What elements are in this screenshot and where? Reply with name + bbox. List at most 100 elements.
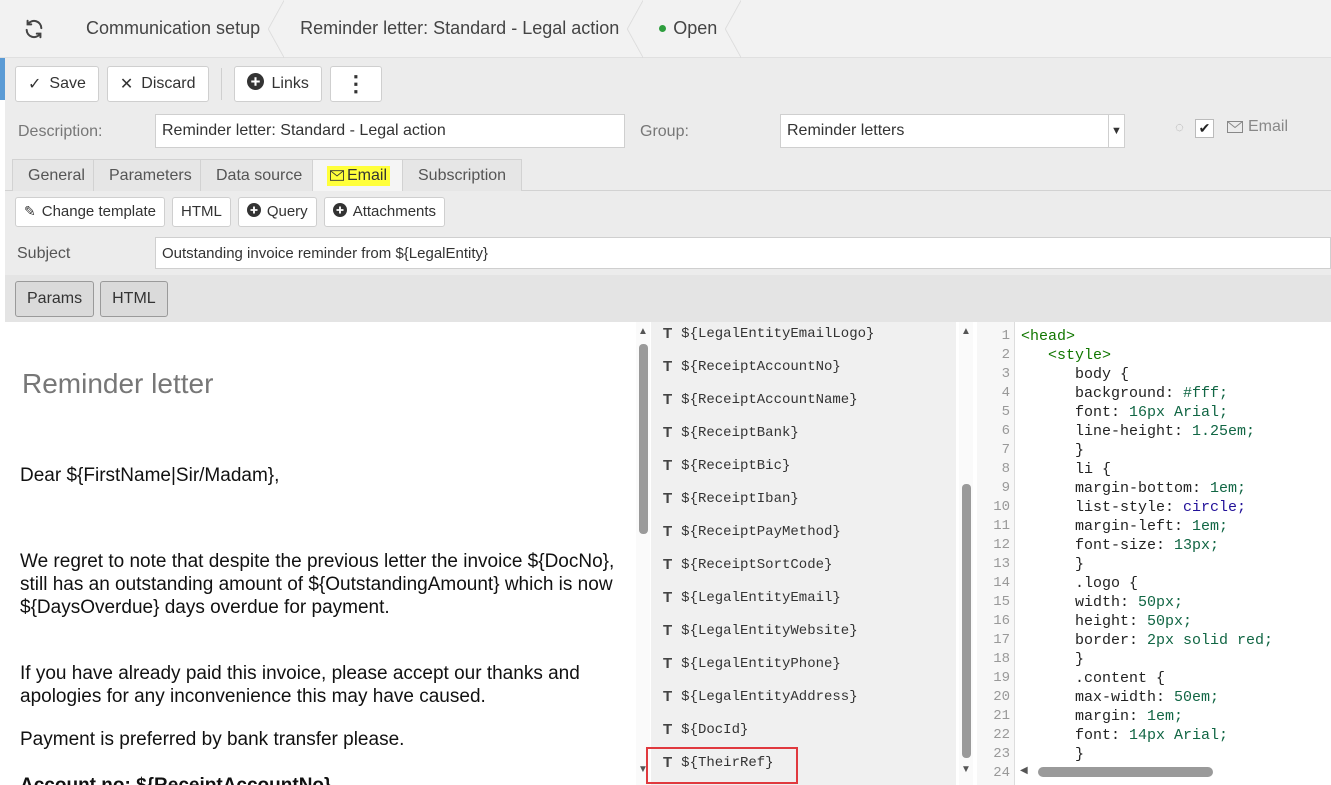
tab-data-source[interactable]: Data source — [200, 159, 319, 191]
code-property: width: — [1075, 594, 1139, 611]
line-number: 12 — [993, 537, 1010, 553]
email-checkbox[interactable]: ✔ — [1195, 119, 1214, 138]
change-template-button[interactable]: ✎ Change template — [15, 196, 165, 227]
scroll-up-icon[interactable]: ▲ — [636, 326, 650, 337]
param-label: ${DocId} — [681, 721, 749, 738]
line-number: 14 — [993, 575, 1010, 591]
line-number: 18 — [993, 651, 1010, 667]
param-label: ${ReceiptBank} — [681, 424, 799, 441]
more-options-button[interactable]: ⋮ — [329, 66, 382, 102]
html-mode-button[interactable]: HTML — [100, 280, 168, 317]
code-property: } — [1075, 556, 1085, 573]
letter-scrollbar[interactable]: ▲ ▼ — [636, 322, 650, 785]
code-value: 50px; — [1138, 594, 1184, 611]
param-item[interactable]: T ${DocId} — [663, 713, 748, 746]
code-line: margin-bottom: 1em; — [1021, 480, 1246, 497]
params-button[interactable]: Params — [15, 280, 95, 317]
description-field[interactable]: Reminder letter: Standard - Legal action — [155, 114, 625, 148]
line-number: 11 — [993, 518, 1010, 534]
code-line: } — [1021, 556, 1084, 573]
text-type-icon: T — [663, 457, 673, 474]
params-list: T ${LegalEntityEmailLogo} T ${ReceiptAccou… — [651, 322, 956, 785]
subject-input[interactable]: Outstanding invoice reminder from ${Lega… — [155, 237, 1331, 269]
line-number: 7 — [1001, 442, 1010, 458]
html-mode-label: HTML — [112, 289, 156, 307]
group-value: Reminder letters — [787, 122, 905, 139]
status-badge: Open — [641, 0, 742, 58]
letter-paragraph: We regret to note that despite the previ… — [20, 551, 615, 618]
params-scrollbar[interactable]: ▲ ▼ — [959, 322, 973, 785]
code-value: circle; — [1183, 499, 1247, 516]
attachments-button[interactable]: Attachments — [323, 196, 446, 227]
spinner-icon: ◌ — [1175, 119, 1184, 136]
param-item[interactable]: T ${ReceiptAccountName} — [663, 383, 858, 416]
scroll-down-icon[interactable]: ▼ — [959, 764, 973, 775]
code-horizontal-scrollbar[interactable]: ◀ — [1016, 765, 1331, 779]
tab-label: Email — [347, 166, 388, 184]
param-item[interactable]: T ${ReceiptSortCode} — [663, 548, 832, 581]
line-number: 1 — [1001, 328, 1010, 344]
scroll-thumb[interactable] — [962, 484, 971, 758]
param-item[interactable]: T ${ReceiptBank} — [663, 416, 799, 449]
scroll-thumb[interactable] — [1038, 767, 1213, 777]
query-button[interactable]: Query — [237, 196, 317, 227]
param-item[interactable]: T ${LegalEntityAddress} — [663, 680, 858, 713]
tab-label: Subscription — [418, 166, 507, 184]
param-item[interactable]: T ${ReceiptIban} — [663, 482, 799, 515]
param-label: ${LegalEntityPhone} — [681, 655, 841, 672]
subject-row: Subject Outstanding invoice reminder fro… — [5, 232, 1331, 275]
code-line: margin: 1em; — [1021, 708, 1183, 725]
breadcrumb-communication-setup[interactable]: Communication setup — [68, 0, 285, 58]
tab-parameters[interactable]: Parameters — [93, 159, 208, 191]
discard-button[interactable]: ✕ Discard — [106, 66, 209, 102]
scroll-left-icon[interactable]: ◀ — [1020, 765, 1028, 776]
dropdown-arrow-icon: ▼ — [1108, 115, 1124, 147]
tab-subscription[interactable]: Subscription — [402, 159, 523, 191]
line-number: 6 — [1001, 423, 1010, 439]
subject-label: Subject — [17, 245, 71, 262]
group-label: Group: — [640, 123, 689, 140]
code-value: 50em; — [1174, 689, 1220, 706]
html-button[interactable]: HTML — [171, 196, 231, 227]
code-line: height: 50px; — [1021, 613, 1192, 630]
param-item[interactable]: T ${LegalEntityEmail} — [663, 581, 841, 614]
param-item[interactable]: T ${ReceiptAccountNo} — [663, 350, 841, 383]
group-select[interactable]: Reminder letters ▼ — [780, 114, 1125, 148]
header-bar: Communication setup Reminder letter: Sta… — [0, 0, 1331, 58]
letter-preview[interactable]: Reminder letter Dear ${FirstName|Sir/Mad… — [5, 322, 635, 785]
scroll-up-icon[interactable]: ▲ — [959, 326, 973, 337]
links-button[interactable]: Links — [233, 66, 322, 102]
tab-general[interactable]: General — [12, 159, 101, 191]
param-label: ${LegalEntityEmailLogo} — [681, 325, 875, 342]
line-number: 3 — [1001, 366, 1010, 382]
links-label: Links — [271, 75, 309, 92]
save-button[interactable]: ✓ Save — [15, 66, 99, 102]
param-item[interactable]: T ${LegalEntityWebsite} — [663, 614, 858, 647]
code-property: li { — [1075, 461, 1112, 478]
param-item[interactable]: T ${ReceiptPayMethod} — [663, 515, 841, 548]
breadcrumb-label: Communication setup — [86, 18, 261, 38]
code-line: .logo { — [1021, 575, 1138, 592]
tab-email[interactable]: Email — [312, 159, 406, 191]
code-property: } — [1075, 442, 1085, 459]
code-property: font-size: — [1075, 537, 1175, 554]
code-property: font: — [1075, 404, 1130, 421]
param-item[interactable]: T ${LegalEntityEmailLogo} — [663, 322, 874, 350]
code-line: margin-left: 1em; — [1021, 518, 1228, 535]
code-value: 1em; — [1147, 708, 1184, 725]
scroll-thumb[interactable] — [639, 344, 648, 534]
pencil-icon: ✎ — [24, 203, 36, 219]
code-property: border: — [1075, 632, 1148, 649]
refresh-icon[interactable] — [0, 0, 68, 58]
html-code-editor[interactable]: <head> <style> body { background: #fff; … — [1016, 322, 1331, 785]
param-item[interactable]: T ${LegalEntityPhone} — [663, 647, 841, 680]
code-line: width: 50px; — [1021, 594, 1183, 611]
description-value: Reminder letter: Standard - Legal action — [162, 122, 446, 139]
param-item[interactable]: T ${ReceiptBic} — [663, 449, 790, 482]
